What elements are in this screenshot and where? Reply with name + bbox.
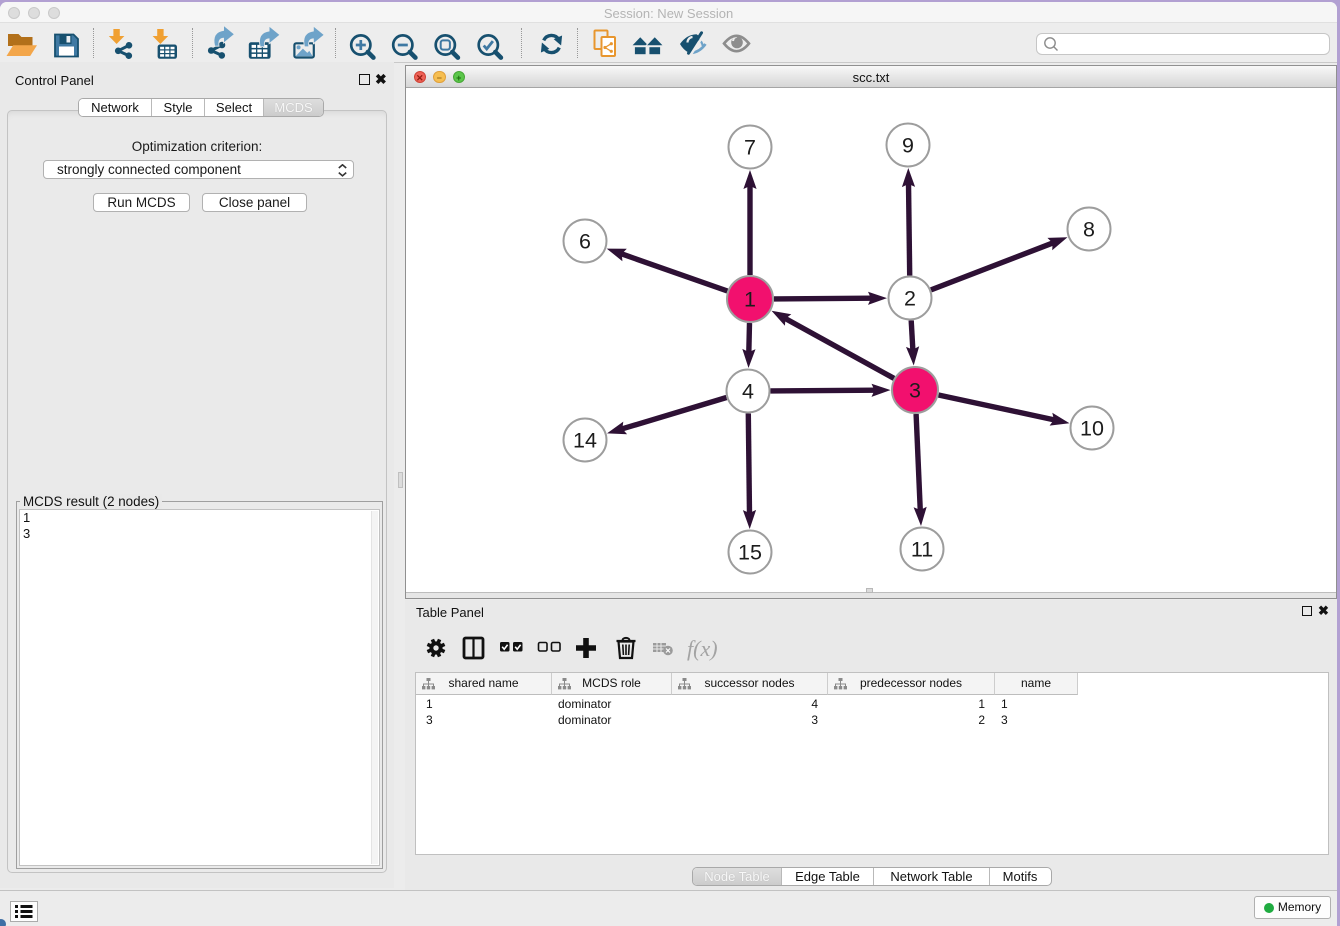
svg-text:3: 3: [909, 379, 921, 403]
svg-text:14: 14: [573, 429, 597, 453]
svg-text:8: 8: [1083, 218, 1095, 242]
svg-text:4: 4: [742, 380, 754, 404]
svg-text:2: 2: [904, 287, 916, 311]
svg-text:1: 1: [744, 288, 756, 312]
svg-text:6: 6: [579, 230, 591, 254]
svg-text:11: 11: [911, 538, 933, 562]
svg-text:15: 15: [738, 541, 762, 565]
svg-text:f(x): f(x): [687, 636, 718, 661]
svg-text:7: 7: [744, 136, 756, 160]
svg-text:10: 10: [1080, 417, 1104, 441]
svg-text:9: 9: [902, 134, 914, 158]
